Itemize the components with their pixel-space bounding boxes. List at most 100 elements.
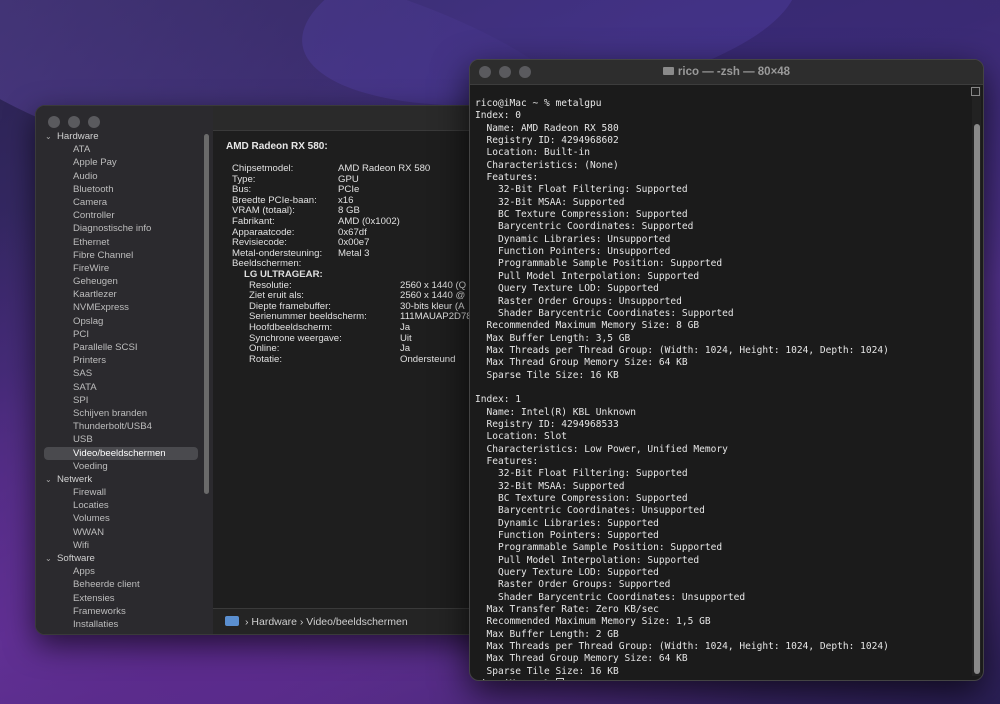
terminal-text: Characteristics: (None) — [475, 159, 619, 171]
sidebar-item[interactable]: Audio — [36, 170, 206, 183]
sidebar-item[interactable]: Apple Pay — [36, 156, 206, 169]
sidebar-item-selected[interactable]: Video/beeldschermen — [44, 446, 198, 460]
terminal-text: Shader Barycentric Coordinates: Supporte… — [475, 307, 734, 319]
sidebar-item[interactable]: Parallelle SCSI — [36, 341, 206, 354]
zoom-button[interactable] — [88, 116, 100, 128]
sidebar-item[interactable]: Thunderbolt/USB4 — [36, 420, 206, 433]
sidebar-item[interactable]: Fibre Channel — [36, 249, 206, 262]
sidebar-item[interactable]: SAS — [36, 367, 206, 380]
scroll-up-icon[interactable] — [971, 87, 980, 96]
detail-label: Type: — [232, 173, 256, 185]
output-line: Pull Model Interpolation: Supported — [475, 555, 965, 567]
sidebar-item[interactable]: FireWire — [36, 262, 206, 275]
terminal-output[interactable]: rico@iMac ~ % metalgpu Index: 0 Name: AMD… — [475, 98, 965, 680]
sidebar-scrollbar[interactable] — [204, 134, 209, 494]
terminal-text: Name: AMD Radeon RX 580 — [475, 122, 619, 134]
detail-label: Metal-ondersteuning: — [232, 247, 323, 259]
sidebar-item[interactable]: Extensies — [36, 592, 206, 605]
sidebar-item[interactable]: WWAN — [36, 526, 206, 539]
output-line: Max Buffer Length: 3,5 GB — [475, 333, 965, 345]
terminal-title: rico — -zsh — 80×48 — [470, 60, 983, 84]
folder-icon — [662, 66, 674, 75]
displays-label: Beeldschermen: — [232, 258, 302, 270]
sidebar-section-label: Software — [57, 553, 95, 564]
terminal-text: 32-Bit Float Filtering: Supported — [475, 468, 688, 480]
sidebar-section[interactable]: ⌄ Netwerk — [36, 473, 206, 486]
output-line: Registry ID: 4294968602 — [475, 135, 965, 147]
detail-value: AMD Radeon RX 580 — [338, 163, 431, 174]
chevron-down-icon[interactable]: ⌄ — [45, 473, 57, 486]
sidebar-item[interactable]: Wifi — [36, 539, 206, 552]
sidebar-item[interactable]: SPI — [36, 394, 206, 407]
sidebar-item[interactable]: Voeding — [36, 460, 206, 473]
terminal-scrollbar[interactable] — [974, 124, 980, 674]
sidebar-section[interactable]: ⌄ Software — [36, 552, 206, 565]
sidebar-item[interactable]: Volumes — [36, 512, 206, 525]
terminal-text: Features: — [475, 172, 539, 184]
sidebar-item[interactable]: Beheerde client — [36, 578, 206, 591]
chevron-down-icon[interactable]: ⌄ — [45, 552, 57, 565]
terminal-text: Sparse Tile Size: 16 KB — [475, 369, 619, 381]
output-line: Max Thread Group Memory Size: 64 KB — [475, 357, 965, 369]
detail-value: PCIe — [338, 184, 360, 196]
sidebar-item[interactable]: USB — [36, 433, 206, 446]
terminal-text: Index: 0 — [475, 110, 521, 122]
sidebar-item[interactable]: NVMExpress — [36, 301, 206, 314]
sidebar-item[interactable]: Diagnostische info — [36, 222, 206, 235]
monitor-detail-label: Serienummer beeldscherm: — [249, 311, 367, 323]
detail-label: Breedte PCIe-baan: — [232, 194, 317, 206]
close-button[interactable] — [48, 116, 60, 128]
sidebar-section[interactable]: ⌄ Hardware — [36, 130, 206, 143]
monitor-detail-value: 30-bits kleur (A — [400, 300, 465, 312]
terminal-text: Characteristics: Low Power, Unified Memo… — [475, 443, 728, 455]
detail-label: Apparaatcode: — [232, 226, 295, 238]
output-line: Index: 1 — [475, 394, 965, 406]
output-line: 32-Bit Float Filtering: Supported — [475, 184, 965, 196]
sidebar-item[interactable]: Opslag — [36, 315, 206, 328]
path-video[interactable]: Video/beeldschermen — [306, 616, 407, 628]
sidebar-item[interactable]: Schijven branden — [36, 407, 206, 420]
terminal-text: 32-Bit Float Filtering: Supported — [475, 184, 688, 196]
sidebar-item[interactable]: Kaartlezer — [36, 288, 206, 301]
sidebar-item[interactable]: ATA — [36, 143, 206, 156]
terminal-window: rico — -zsh — 80×48 rico@iMac ~ % metalg… — [469, 59, 984, 681]
output-line: Shader Barycentric Coordinates: Supporte… — [475, 308, 965, 320]
output-line: Dynamic Libraries: Unsupported — [475, 234, 965, 246]
monitor-detail-label: Synchrone weergave: — [249, 332, 342, 344]
sidebar-item[interactable]: SATA — [36, 381, 206, 394]
terminal-text: Programmable Sample Position: Supported — [475, 258, 723, 270]
output-line: Index: 0 — [475, 110, 965, 122]
sidebar-item[interactable]: Locaties — [36, 499, 206, 512]
output-line: Programmable Sample Position: Supported — [475, 258, 965, 270]
monitor-detail-label: Resolutie: — [249, 279, 292, 291]
sidebar-item[interactable]: Installaties — [36, 618, 206, 631]
terminal-text: Barycentric Coordinates: Supported — [475, 221, 694, 233]
sidebar-item[interactable]: Bluetooth — [36, 183, 206, 196]
sidebar-item[interactable]: Printers — [36, 354, 206, 367]
sidebar: ⌄ Hardware ATA Apple Pay Audio Bluetooth Camer… — [36, 106, 213, 634]
sidebar-item[interactable]: Camera — [36, 196, 206, 209]
sidebar-item[interactable]: Ethernet — [36, 236, 206, 249]
detail-label: Bus: — [232, 184, 252, 196]
sidebar-item[interactable]: Apps — [36, 565, 206, 578]
terminal-text: Max Thread Group Memory Size: 64 KB — [475, 357, 688, 369]
chevron-down-icon[interactable]: ⌄ — [45, 130, 57, 143]
terminal-title-text: rico — -zsh — 80×48 — [677, 66, 791, 78]
minimize-button[interactable] — [68, 116, 80, 128]
sidebar-item[interactable]: Geheugen — [36, 275, 206, 288]
terminal-text: Pull Model Interpolation: Supported — [475, 270, 700, 282]
sidebar-item[interactable]: PCI — [36, 328, 206, 341]
output-line: Characteristics: (None) — [475, 160, 965, 172]
monitor-detail-value: 2560 x 1440 @ — [400, 290, 466, 302]
sidebar-item[interactable]: Frameworks — [36, 605, 206, 618]
path-hardware[interactable]: Hardware — [251, 616, 297, 628]
sidebar-item[interactable]: Firewall — [36, 486, 206, 499]
terminal-text: Max Thread Group Memory Size: 64 KB — [475, 653, 688, 665]
terminal-text: Max Buffer Length: 3,5 GB — [475, 332, 631, 344]
path-separator: › — [299, 616, 304, 628]
output-line: Features: — [475, 172, 965, 184]
prompt-line: rico@iMac ~ % — [475, 678, 965, 680]
detail-value: GPU — [338, 173, 359, 185]
sidebar-item[interactable]: Controller — [36, 209, 206, 222]
monitor-detail-value: Ondersteund — [400, 353, 456, 365]
